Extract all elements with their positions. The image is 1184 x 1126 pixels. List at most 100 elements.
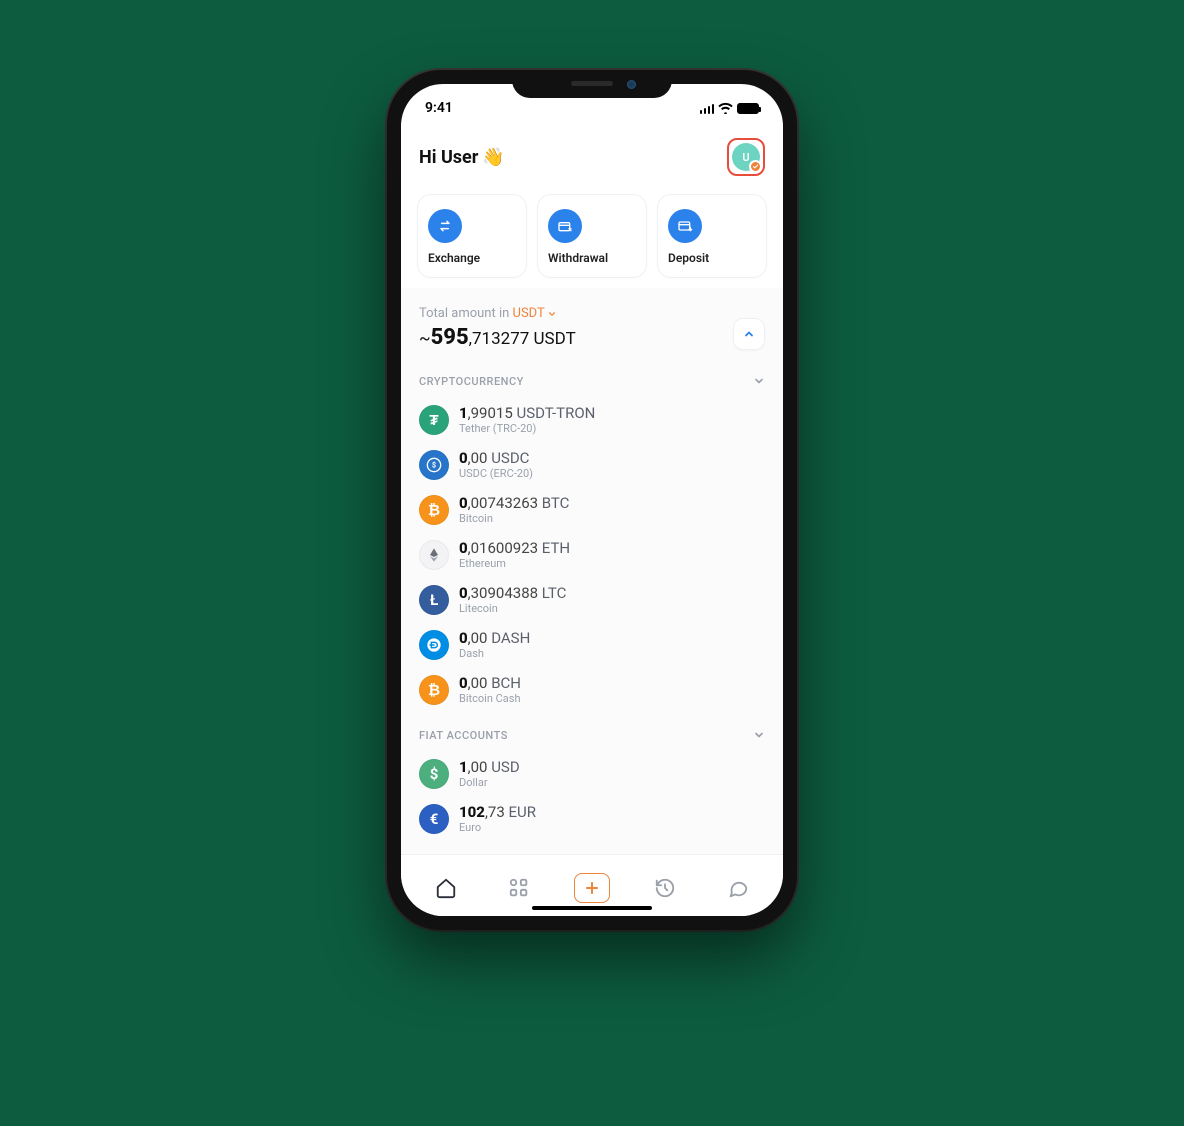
asset-sub: USDC (ERC-20) xyxy=(459,467,533,480)
amount-int: 0 xyxy=(459,584,468,602)
deposit-icon xyxy=(668,209,702,243)
asset-info: 1,00 USDDollar xyxy=(459,758,520,789)
asset-info: 0,01600923 ETHEthereum xyxy=(459,539,570,570)
coin-icon xyxy=(419,630,449,660)
withdrawal-button[interactable]: Withdrawal xyxy=(537,194,647,278)
collapse-button[interactable] xyxy=(733,318,765,350)
amount-frac: ,30904388 xyxy=(468,584,538,602)
asset-amount: 0,01600923 ETH xyxy=(459,539,570,557)
exchange-button[interactable]: Exchange xyxy=(417,194,527,278)
fiat-row[interactable]: €102,73 EUREuro xyxy=(417,796,767,841)
coin-icon: $ xyxy=(419,450,449,480)
cellular-icon xyxy=(700,103,715,114)
coin-icon: ₿ xyxy=(419,495,449,525)
total-label[interactable]: Total amount in USDT xyxy=(419,306,576,321)
total-frac: ,713277 xyxy=(469,329,530,349)
exchange-label: Exchange xyxy=(428,251,480,265)
deposit-button[interactable]: Deposit xyxy=(657,194,767,278)
fiat-row[interactable]: $1,00 USDDollar xyxy=(417,751,767,796)
asset-amount: 1,00 USD xyxy=(459,758,520,776)
total-int: 595 xyxy=(431,325,469,350)
amount-frac: ,99015 xyxy=(468,404,513,422)
total-value: ~595,713277 USDT xyxy=(419,325,576,350)
asset-amount: 0,00 DASH xyxy=(459,629,530,647)
crypto-section-header[interactable]: Cryptocurrency xyxy=(417,358,767,397)
status-time: 9:41 xyxy=(425,100,453,116)
fiat-list: $1,00 USDDollar€102,73 EUREuro xyxy=(417,751,767,841)
asset-info: 102,73 EUREuro xyxy=(459,803,536,834)
total-block: Total amount in USDT ~595,713277 USDT xyxy=(417,288,767,358)
home-icon xyxy=(435,877,457,899)
crypto-row[interactable]: 0,00 DASHDash xyxy=(417,622,767,667)
home-indicator xyxy=(532,906,652,910)
nav-add[interactable] xyxy=(566,867,618,909)
withdrawal-label: Withdrawal xyxy=(548,251,608,265)
asset-sub: Ethereum xyxy=(459,557,570,570)
asset-amount: 102,73 EUR xyxy=(459,803,536,821)
asset-sub: Euro xyxy=(459,821,536,834)
asset-info: 0,00743263 BTCBitcoin xyxy=(459,494,569,525)
total-currency: USDT xyxy=(513,306,545,321)
asset-info: 0,00 USDCUSDC (ERC-20) xyxy=(459,449,533,480)
amount-sym: ETH xyxy=(538,539,570,557)
avatar-initial: U xyxy=(742,151,749,164)
chevron-down-icon xyxy=(753,372,765,391)
crypto-list: ₮1,99015 USDT-TRONTether (TRC-20)$0,00 U… xyxy=(417,397,767,712)
asset-amount: 0,00743263 BTC xyxy=(459,494,569,512)
amount-frac: ,01600923 xyxy=(468,539,538,557)
nav-chat[interactable] xyxy=(712,867,764,909)
asset-sub: Bitcoin xyxy=(459,512,569,525)
grid-icon xyxy=(508,877,530,899)
asset-info: 0,30904388 LTCLitecoin xyxy=(459,584,566,615)
crypto-row[interactable]: 0,01600923 ETHEthereum xyxy=(417,532,767,577)
total-label-prefix: Total amount in xyxy=(419,306,513,321)
amount-frac: ,00 xyxy=(468,449,488,467)
wave-emoji-icon: 👋 xyxy=(482,147,504,168)
amount-sym: DASH xyxy=(487,629,530,647)
asset-info: 0,00 BCHBitcoin Cash xyxy=(459,674,521,705)
chat-icon xyxy=(727,877,749,899)
asset-info: 1,99015 USDT-TRONTether (TRC-20) xyxy=(459,404,595,435)
amount-sym: BCH xyxy=(487,674,521,692)
crypto-row[interactable]: Ł0,30904388 LTCLitecoin xyxy=(417,577,767,622)
amount-int: 1 xyxy=(459,404,468,422)
asset-info: 0,00 DASHDash xyxy=(459,629,530,660)
coin-icon: ₮ xyxy=(419,405,449,435)
coin-icon: ₿ xyxy=(419,675,449,705)
exchange-icon xyxy=(428,209,462,243)
amount-sym: USD xyxy=(487,758,519,776)
amount-int: 0 xyxy=(459,539,468,557)
asset-amount: 0,00 USDC xyxy=(459,449,533,467)
asset-amount: 0,00 BCH xyxy=(459,674,521,692)
main-content: Hi User 👋 U xyxy=(401,124,783,854)
avatar: U xyxy=(732,143,760,171)
crypto-row[interactable]: ₮ 1,99015 USDT-TRONTether (TRC-20) xyxy=(417,397,767,442)
amount-frac: ,00 xyxy=(468,629,488,647)
fiat-section-title: Fiat Accounts xyxy=(419,729,508,742)
svg-text:$: $ xyxy=(432,460,436,469)
amount-sym: LTC xyxy=(538,584,566,602)
coin-icon: $ xyxy=(419,759,449,789)
nav-grid[interactable] xyxy=(493,867,545,909)
amount-sym: EUR xyxy=(505,803,536,821)
add-icon xyxy=(574,873,610,903)
fiat-section-header[interactable]: Fiat Accounts xyxy=(417,712,767,751)
total-unit: USDT xyxy=(529,329,575,349)
crypto-row[interactable]: $0,00 USDCUSDC (ERC-20) xyxy=(417,442,767,487)
amount-int: 0 xyxy=(459,494,468,512)
nav-history[interactable] xyxy=(639,867,691,909)
crypto-row[interactable]: ₿ 0,00743263 BTCBitcoin xyxy=(417,487,767,532)
chevron-up-icon xyxy=(743,328,755,340)
profile-button[interactable]: U xyxy=(727,138,765,176)
amount-int: 0 xyxy=(459,449,468,467)
status-icons xyxy=(700,102,760,114)
amount-int: 0 xyxy=(459,674,468,692)
amount-frac: ,00743263 xyxy=(468,494,538,512)
nav-home[interactable] xyxy=(420,867,472,909)
asset-sub: Tether (TRC-20) xyxy=(459,422,595,435)
app-screen: 9:41 Hi User 👋 U xyxy=(401,84,783,916)
crypto-row[interactable]: ₿ 0,00 BCHBitcoin Cash xyxy=(417,667,767,712)
approx-sign: ~ xyxy=(419,329,431,349)
amount-sym: USDT-TRON xyxy=(513,404,596,422)
verified-badge-icon xyxy=(749,160,762,173)
